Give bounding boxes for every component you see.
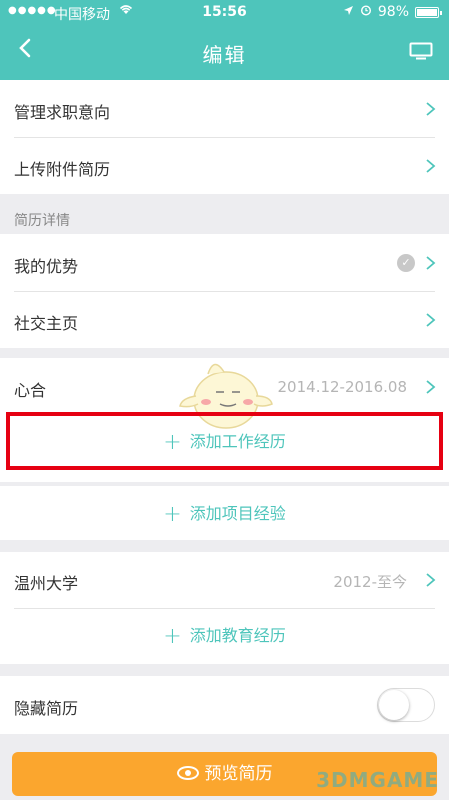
watermark-logo: 3DMGAME	[316, 768, 439, 792]
plus-icon: +	[163, 624, 182, 649]
nav-bar: 编辑	[0, 26, 449, 80]
my-strengths-label: 我的优势	[14, 257, 79, 276]
add-education-label: 添加教育经历	[189, 626, 286, 645]
battery-percent: 98%	[377, 4, 409, 20]
chevron-right-icon	[426, 159, 436, 173]
chevron-right-icon	[426, 573, 436, 587]
my-strengths-row[interactable]: 我的优势 ✓	[0, 234, 449, 291]
app-header: ●●●●● 中国移动 15:56 98% 编辑	[0, 0, 449, 80]
upload-resume-label: 上传附件简历	[14, 160, 111, 179]
project-group: + 添加项目经验	[0, 486, 449, 540]
section-title-details: 简历详情	[14, 213, 70, 229]
battery-icon	[415, 6, 442, 18]
monitor-icon	[409, 42, 433, 60]
alarm-icon	[360, 4, 372, 20]
check-icon: ✓	[397, 254, 415, 272]
add-education-button[interactable]: + 添加教育经历	[0, 622, 449, 649]
upload-resume-row[interactable]: 上传附件简历	[0, 137, 449, 194]
divider	[14, 608, 435, 609]
education-group: 温州大学 2012-至今 + 添加教育经历	[0, 552, 449, 664]
school-name: 温州大学	[14, 574, 79, 593]
screen-button[interactable]	[409, 42, 433, 60]
location-icon	[343, 4, 354, 20]
company-name: 心合	[14, 381, 47, 400]
social-page-label: 社交主页	[14, 314, 79, 333]
eye-icon	[176, 766, 199, 780]
status-bar: ●●●●● 中国移动 15:56 98%	[0, 0, 449, 26]
chevron-right-icon	[426, 256, 436, 270]
manage-intent-label: 管理求职意向	[14, 103, 111, 122]
preview-label: 预览简历	[204, 764, 273, 784]
hide-resume-toggle[interactable]	[377, 688, 435, 722]
work-dates: 2014.12-2016.08	[277, 378, 407, 396]
page-title: 编辑	[202, 43, 247, 67]
plus-icon: +	[163, 502, 182, 527]
chevron-right-icon	[426, 102, 436, 116]
manage-intent-row[interactable]: 管理求职意向	[0, 80, 449, 137]
chevron-right-icon	[426, 313, 436, 327]
details-group: 我的优势 ✓ 社交主页	[0, 234, 449, 348]
toggle-knob	[379, 690, 409, 720]
hide-resume-label: 隐藏简历	[14, 699, 79, 718]
education-dates: 2012-至今	[333, 573, 407, 591]
hide-resume-row: 隐藏简历	[0, 676, 449, 734]
add-project-label: 添加项目经验	[189, 504, 286, 523]
resume-settings-group: 管理求职意向 上传附件简历	[0, 80, 449, 194]
highlight-box	[6, 412, 443, 470]
chevron-right-icon	[426, 380, 436, 394]
education-item[interactable]: 温州大学 2012-至今	[0, 552, 449, 608]
add-project-button[interactable]: + 添加项目经验	[0, 500, 449, 527]
social-page-row[interactable]: 社交主页	[0, 291, 449, 348]
